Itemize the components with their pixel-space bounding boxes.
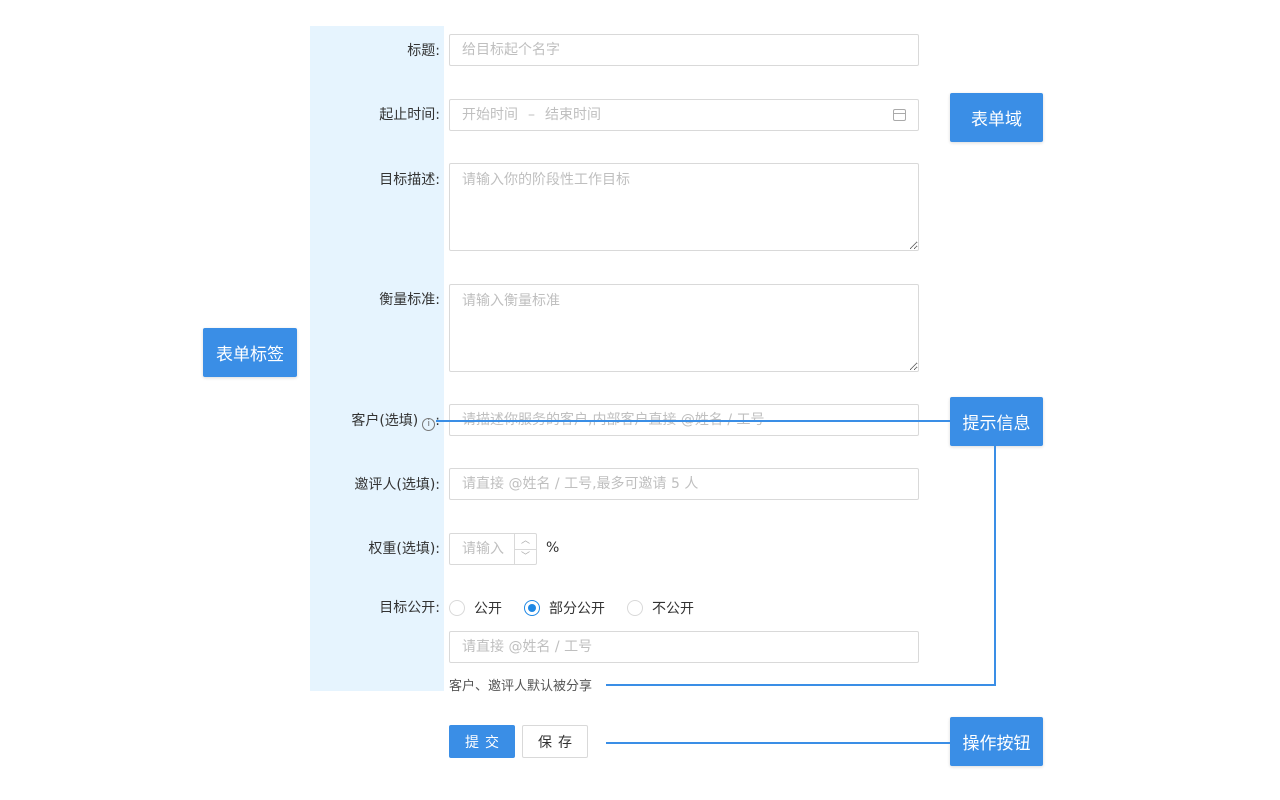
annotation-hint: 提示信息 (950, 397, 1043, 446)
criteria-label: 衡量标准: (379, 292, 440, 308)
weight-input[interactable] (450, 534, 514, 564)
description-label: 目标描述: (379, 172, 440, 188)
save-button[interactable]: 保存 (522, 725, 588, 758)
annotation-form-label: 表单标签 (203, 328, 297, 377)
info-icon[interactable]: i (422, 418, 436, 431)
share-helper-text: 客户、邀评人默认被分享 (449, 679, 593, 694)
submit-button[interactable]: 提交 (449, 725, 515, 758)
reviewer-label: 邀评人(选填): (354, 477, 440, 493)
reviewer-input[interactable] (449, 468, 919, 500)
share-input[interactable] (449, 631, 919, 663)
hint-connector-vertical (994, 446, 996, 686)
radio-public[interactable]: 公开 (449, 598, 502, 618)
hint-connector-line (436, 420, 950, 422)
actions-connector-line (606, 742, 950, 744)
end-date-placeholder: 结束时间 (545, 107, 601, 123)
radio-circle[interactable] (449, 600, 465, 616)
date-range-picker[interactable]: 开始时间 – 结束时间 (449, 99, 919, 131)
annotation-form-field: 表单域 (950, 93, 1043, 142)
client-label: 客户(选填)i: (351, 412, 440, 431)
visibility-label: 目标公开: (379, 600, 440, 616)
radio-partial[interactable]: 部分公开 (524, 598, 605, 618)
start-date-placeholder: 开始时间 (462, 107, 518, 123)
step-down-icon[interactable]: ﹀ (515, 549, 536, 564)
radio-circle-checked[interactable] (524, 600, 540, 616)
step-up-icon[interactable]: ︿ (515, 534, 536, 549)
visibility-radio-group: 公开 部分公开 不公开 (449, 598, 716, 618)
label-column-highlight (310, 26, 444, 691)
radio-label: 部分公开 (549, 601, 605, 617)
annotation-actions: 操作按钮 (950, 717, 1043, 766)
radio-label: 公开 (474, 601, 502, 617)
radio-label: 不公开 (652, 601, 694, 617)
weight-label: 权重(选填): (368, 541, 440, 557)
weight-unit: % (546, 540, 560, 556)
criteria-textarea[interactable] (449, 284, 919, 372)
calendar-icon (893, 109, 906, 121)
period-label: 起止时间: (379, 107, 440, 123)
helper-connector-line (606, 684, 996, 686)
client-label-text: 客户(选填) (351, 413, 419, 429)
radio-private[interactable]: 不公开 (627, 598, 694, 618)
radio-circle[interactable] (627, 600, 643, 616)
stepper-buttons: ︿ ﹀ (514, 534, 536, 564)
title-input[interactable] (449, 34, 919, 66)
title-label: 标题: (407, 43, 440, 59)
weight-stepper[interactable]: ︿ ﹀ (449, 533, 537, 565)
range-separator: – (528, 107, 535, 123)
description-textarea[interactable] (449, 163, 919, 251)
